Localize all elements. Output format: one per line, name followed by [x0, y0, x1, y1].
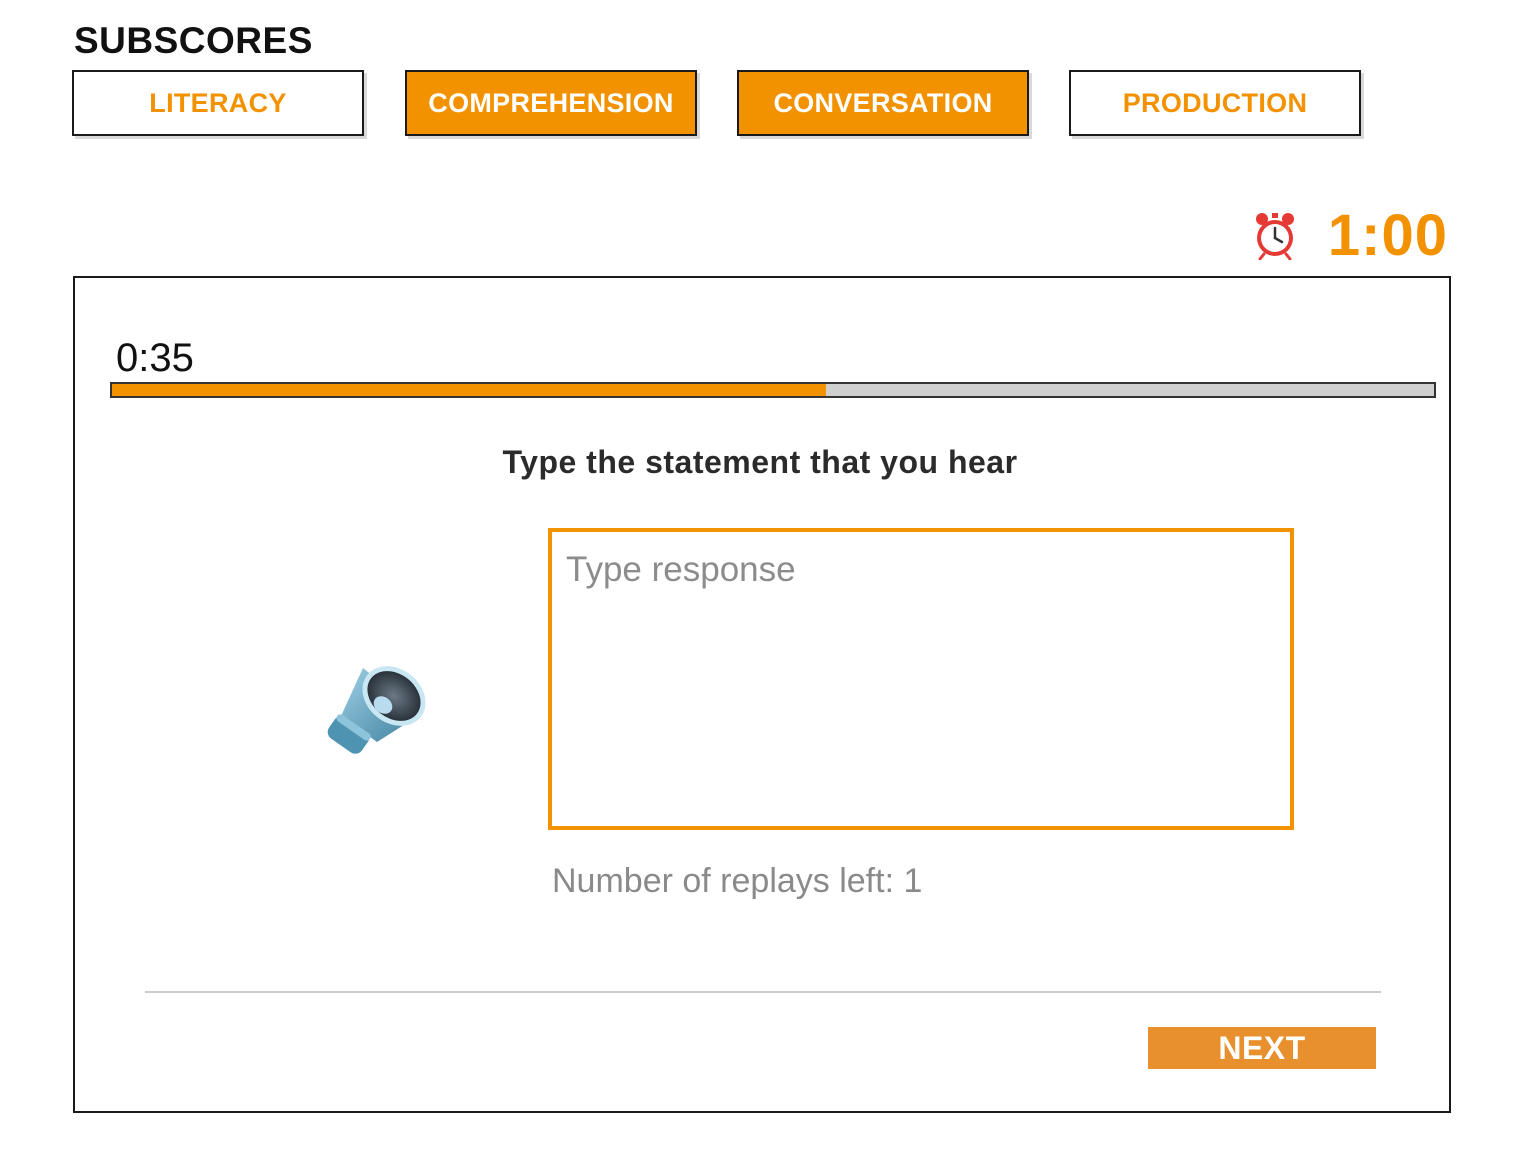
audio-progress-fill	[112, 384, 826, 396]
elapsed-time: 0:35	[116, 336, 194, 380]
page: SUBSCORES LITERACY COMPREHENSION CONVERS…	[0, 0, 1536, 1153]
tab-production[interactable]: PRODUCTION	[1069, 70, 1361, 136]
audio-progress-bar	[110, 382, 1436, 398]
countdown-timer: 1:00	[1252, 200, 1448, 270]
alarm-clock-icon	[1255, 213, 1294, 260]
question-card: 0:35 Type the statement that you hear Ty…	[73, 276, 1451, 1113]
instruction-text: Type the statement that you hear	[502, 444, 1018, 480]
tab-comprehension[interactable]: COMPREHENSION	[405, 70, 697, 136]
divider	[145, 991, 1381, 993]
timer-value: 1:00	[1327, 202, 1448, 268]
tab-conversation[interactable]: CONVERSATION	[737, 70, 1029, 136]
tab-literacy[interactable]: LITERACY	[72, 70, 364, 136]
subscores-tabs: LITERACY COMPREHENSION CONVERSATION PROD…	[72, 70, 1372, 142]
speaker-icon[interactable]	[311, 638, 441, 768]
response-textarea[interactable]	[548, 528, 1294, 830]
subscores-title: SUBSCORES	[74, 20, 313, 61]
replays-left-text: Number of replays left: 1	[552, 862, 923, 900]
next-button[interactable]: NEXT	[1148, 1027, 1376, 1069]
